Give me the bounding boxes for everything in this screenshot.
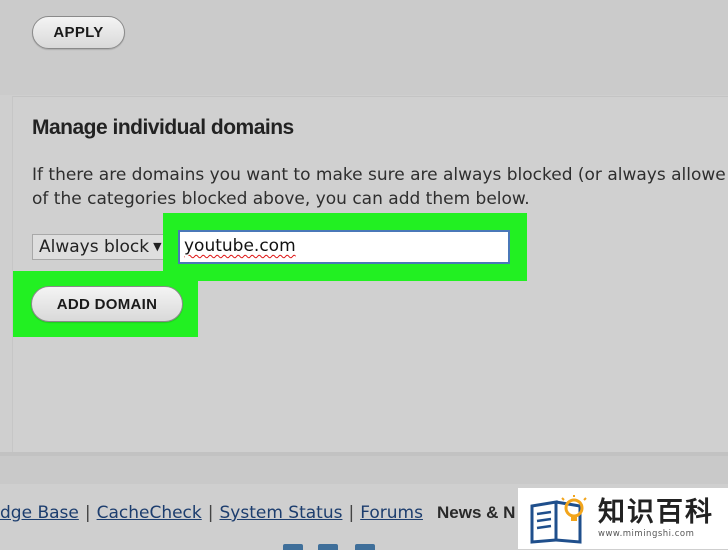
domain-input[interactable]: youtube.com xyxy=(178,230,510,264)
description-line-2: of the categories blocked above, you can… xyxy=(32,189,530,209)
description-line-1: If there are domains you want to make su… xyxy=(32,165,726,185)
footer-link-cachecheck[interactable]: CacheCheck xyxy=(97,503,202,523)
watermark-url: www.mimingshi.com xyxy=(598,529,695,539)
footer-separator: | xyxy=(348,503,355,523)
domain-input-text: youtube.com xyxy=(184,236,296,256)
footer-band xyxy=(0,456,728,484)
block-mode-select[interactable]: Always block ▼ xyxy=(32,234,172,260)
watermark-text: 知识百科 www.mimingshi.com xyxy=(598,497,714,540)
footer-link-system-status[interactable]: System Status xyxy=(219,503,342,523)
footer-link-knowledge-base[interactable]: dge Base xyxy=(0,503,79,523)
footer-link-forums[interactable]: Forums xyxy=(360,503,423,523)
book-lightbulb-logo-icon xyxy=(530,494,587,544)
footer-separator: | xyxy=(84,503,91,523)
social-icon[interactable] xyxy=(318,544,338,550)
dropdown-arrow-icon: ▼ xyxy=(153,240,162,253)
block-mode-value: Always block xyxy=(39,237,150,257)
social-icon[interactable] xyxy=(355,544,375,550)
social-icon[interactable] xyxy=(283,544,303,550)
news-heading: News & N xyxy=(437,503,516,522)
panel-title: Manage individual domains xyxy=(32,116,294,139)
footer-separator: | xyxy=(207,503,214,523)
panel-description: If there are domains you want to make su… xyxy=(32,163,728,211)
add-domain-button[interactable]: ADD DOMAIN xyxy=(31,286,183,322)
watermark: 知识百科 www.mimingshi.com xyxy=(518,488,728,549)
footer-links: dge Base | CacheCheck | System Status | Forums xyxy=(0,503,423,523)
watermark-title: 知识百科 xyxy=(598,497,714,528)
apply-button[interactable]: APPLY xyxy=(32,16,125,49)
